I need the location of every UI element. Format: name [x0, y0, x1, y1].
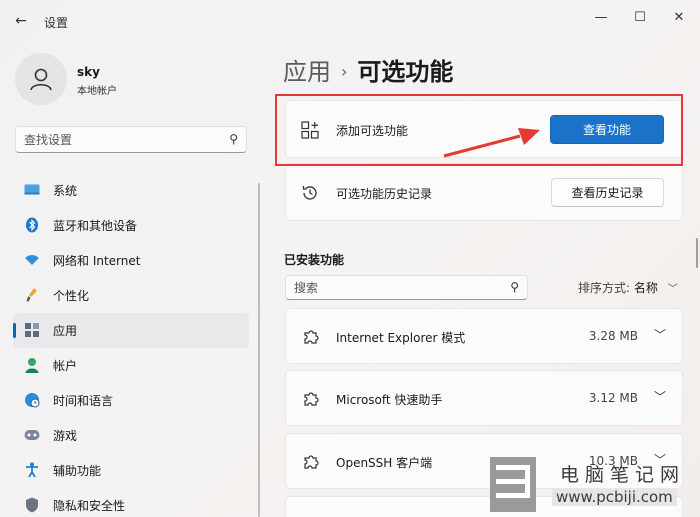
account-type: 本地帐户	[77, 86, 117, 97]
sidebar-item-system[interactable]: 系统	[13, 173, 249, 208]
brush-icon	[24, 287, 40, 303]
puzzle-icon	[304, 330, 319, 344]
user-icon	[30, 68, 52, 91]
sidebar-item-label: 隐私和安全性	[53, 499, 126, 513]
feature-name: Internet Explorer 模式	[336, 331, 466, 345]
sidebar-item-time-language[interactable]: 时间和语言	[13, 383, 249, 418]
sidebar-item-accounts[interactable]: 帐户	[13, 348, 249, 383]
breadcrumb-separator-icon: ›	[341, 62, 348, 81]
sort-value: 名称	[633, 281, 658, 295]
user-name: sky	[77, 65, 100, 79]
sort-label: 排序方式:	[578, 281, 631, 295]
sidebar-item-label: 帐户	[53, 359, 78, 373]
bluetooth-icon	[24, 217, 40, 233]
sidebar-item-gaming[interactable]: 游戏	[13, 418, 249, 453]
chevron-down-icon[interactable]: ﹀	[654, 326, 666, 343]
breadcrumb: 应用 › 可选功能	[283, 52, 453, 87]
sidebar-item-apps[interactable]: 应用	[13, 313, 249, 348]
shield-icon	[24, 497, 40, 513]
sidebar-item-personalization[interactable]: 个性化	[13, 278, 249, 313]
back-arrow-icon: ←	[15, 13, 27, 29]
puzzle-icon	[304, 455, 319, 469]
view-history-button[interactable]: 查看历史记录	[551, 178, 664, 207]
sidebar-nav: 系统 蓝牙和其他设备 网络和 Internet 个性化 应用 帐户 时间和语言 …	[13, 173, 249, 517]
avatar[interactable]	[15, 53, 67, 105]
puzzle-icon	[304, 392, 319, 406]
feature-item-quick-assist[interactable]: Microsoft 快速助手 3.12 MB ﹀	[285, 370, 683, 426]
feature-size: 3.28 MB	[588, 329, 638, 343]
chevron-down-icon[interactable]: ﹀	[654, 388, 666, 405]
sidebar-item-label: 蓝牙和其他设备	[53, 219, 138, 233]
sidebar-item-privacy[interactable]: 隐私和安全性	[13, 488, 249, 517]
search-placeholder: 查找设置	[24, 133, 73, 147]
sidebar-item-label: 应用	[53, 324, 78, 338]
sidebar-scrollbar[interactable]	[258, 183, 260, 517]
settings-search-input[interactable]: 查找设置 ⚲	[15, 126, 247, 153]
annotation-arrow-icon	[443, 128, 540, 158]
breadcrumb-parent[interactable]: 应用	[283, 58, 331, 86]
title-bar: ← 设置 — ☐ ✕	[0, 0, 700, 40]
history-label: 可选功能历史记录	[336, 187, 433, 201]
history-icon	[301, 184, 319, 202]
watermark-url: www.pcbiji.com	[552, 488, 677, 506]
sidebar-item-label: 辅助功能	[53, 464, 102, 478]
back-button[interactable]: ←	[10, 10, 32, 32]
monitor-icon	[24, 182, 40, 198]
feature-name: Microsoft 快速助手	[336, 393, 443, 407]
installed-search-input[interactable]: 搜索 ⚲	[285, 275, 528, 300]
accessibility-icon	[24, 462, 40, 478]
watermark: 电脑笔记网 www.pcbiji.com	[490, 452, 700, 517]
page-title: 可选功能	[357, 58, 454, 86]
sidebar-item-bluetooth[interactable]: 蓝牙和其他设备	[13, 208, 249, 243]
sidebar-item-accessibility[interactable]: 辅助功能	[13, 453, 249, 488]
minimize-button[interactable]: —	[586, 6, 616, 28]
feature-name: OpenSSH 客户端	[336, 456, 433, 470]
sidebar-item-label: 个性化	[53, 289, 90, 303]
sidebar-item-label: 系统	[53, 184, 78, 198]
person-icon	[24, 357, 40, 373]
watermark-logo-icon	[490, 457, 536, 512]
search-icon[interactable]: ⚲	[510, 280, 519, 294]
installed-features-title: 已安装功能	[284, 253, 345, 267]
chevron-down-icon: ﹀	[667, 284, 678, 295]
sidebar-item-label: 游戏	[53, 429, 78, 443]
close-button[interactable]: ✕	[664, 6, 694, 28]
sidebar-item-network[interactable]: 网络和 Internet	[13, 243, 249, 278]
apps-icon	[24, 322, 40, 338]
main-scrollbar[interactable]	[696, 238, 698, 268]
search-icon[interactable]: ⚲	[229, 132, 238, 146]
feature-size: 3.12 MB	[588, 391, 638, 405]
gamepad-icon	[24, 427, 40, 443]
sort-dropdown[interactable]: 排序方式: 名称 ﹀	[578, 279, 678, 296]
installed-search-placeholder: 搜索	[294, 281, 319, 295]
maximize-button[interactable]: ☐	[625, 6, 655, 28]
watermark-title: 电脑笔记网	[560, 464, 686, 486]
settings-window: ← 设置 — ☐ ✕ sky 本地帐户 查找设置 ⚲ 系统 蓝牙和其他设备 网络…	[0, 0, 700, 517]
feature-item-ie-mode[interactable]: Internet Explorer 模式 3.28 MB ﹀	[285, 308, 683, 364]
globe-clock-icon	[24, 392, 40, 408]
sidebar-item-label: 网络和 Internet	[53, 254, 141, 268]
sidebar-item-label: 时间和语言	[53, 394, 114, 408]
app-title: 设置	[44, 16, 69, 30]
wifi-icon	[24, 252, 40, 268]
